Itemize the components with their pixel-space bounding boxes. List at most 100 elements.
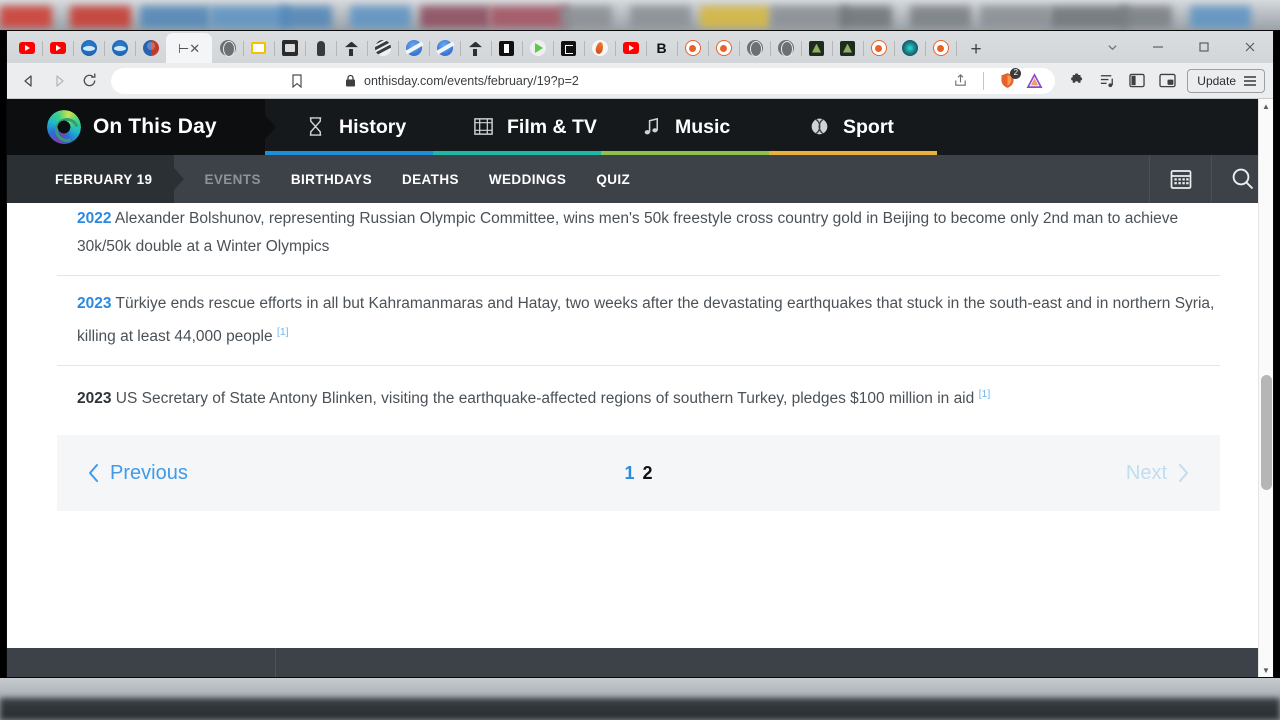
blue-globe-icon [111, 40, 128, 56]
scroll-up-arrow-icon[interactable]: ▲ [1259, 99, 1273, 114]
browser-tab[interactable] [584, 33, 616, 63]
playlist-icon[interactable] [1093, 67, 1121, 95]
e-badge-icon [561, 40, 576, 56]
browser-tab[interactable] [553, 33, 585, 63]
desktop-window-chip [140, 6, 210, 28]
browser-tab[interactable] [398, 33, 430, 63]
browser-tab[interactable] [367, 33, 399, 63]
calendar-icon[interactable] [1149, 155, 1211, 203]
event-row: 2023 US Secretary of State Antony Blinke… [57, 366, 1220, 421]
blue-circle-icon [436, 40, 453, 56]
close-button[interactable] [1227, 31, 1273, 63]
browser-tab[interactable] [770, 33, 802, 63]
desktop-window-chip [1120, 6, 1172, 28]
scrollbar-thumb[interactable] [1261, 375, 1272, 490]
update-button[interactable]: Update [1187, 68, 1265, 93]
desktop-window-chip [1190, 6, 1251, 28]
browser-tab[interactable] [305, 33, 337, 63]
citation-link[interactable]: [1] [277, 326, 289, 338]
maximize-button[interactable] [1181, 31, 1227, 63]
desktop-window-chip [280, 6, 332, 28]
browser-tab[interactable] [739, 33, 771, 63]
event-year-link[interactable]: 2022 [77, 210, 111, 227]
extensions-puzzle-icon[interactable] [1063, 67, 1091, 95]
browser-tab[interactable] [615, 33, 647, 63]
event-row: 2023 Türkiye ends rescue efforts in all … [57, 276, 1220, 367]
browser-tab[interactable] [863, 33, 895, 63]
browser-tab[interactable] [522, 33, 554, 63]
subnav-actions [1149, 155, 1273, 203]
event-year-link[interactable]: 2023 [77, 295, 111, 312]
previous-page-link[interactable]: Previous [57, 462, 188, 485]
new-tab-button[interactable]: + [962, 35, 990, 63]
event-year-link[interactable]: 2023 [77, 390, 111, 407]
browser-tab[interactable] [894, 33, 926, 63]
browser-tab[interactable] [336, 33, 368, 63]
browser-window: ⊢✕ B + onthisday.com/events/february/19?… [6, 30, 1274, 678]
pagination-bar: Previous 12 Next [57, 435, 1220, 512]
browser-tab[interactable] [801, 33, 833, 63]
browser-tab[interactable] [832, 33, 864, 63]
back-arrow-icon[interactable] [15, 67, 43, 95]
url-text: onthisday.com/events/february/19?p=2 [364, 73, 579, 88]
brave-rewards-triangle-icon[interactable] [1026, 72, 1043, 89]
site-footer-bar [7, 648, 1273, 677]
picture-in-picture-icon[interactable] [1153, 67, 1181, 95]
page-scrollbar[interactable]: ▲ ▼ [1258, 99, 1273, 677]
scroll-down-arrow-icon[interactable]: ▼ [1259, 663, 1273, 677]
browser-tab[interactable] [708, 33, 740, 63]
page-number-link[interactable]: 1 [624, 463, 634, 484]
reload-icon[interactable] [75, 67, 103, 95]
browser-tab[interactable]: ⊢✕ [166, 33, 212, 63]
topnav-item-history[interactable]: History [265, 99, 433, 155]
address-bar[interactable]: onthisday.com/events/february/19?p=2 2 [111, 67, 1056, 94]
topnav-item-music[interactable]: Music [601, 99, 769, 155]
reddit-icon [932, 40, 949, 56]
share-icon[interactable] [953, 73, 968, 88]
browser-tab[interactable]: B [646, 33, 678, 63]
close-tab-icon: ⊢✕ [177, 40, 201, 56]
browser-tab[interactable] [491, 33, 523, 63]
forward-arrow-icon [45, 67, 73, 95]
minimize-button[interactable] [1135, 31, 1181, 63]
tree-icon [344, 41, 359, 56]
subnav-item-deaths[interactable]: DEATHS [402, 172, 459, 187]
desktop-window-chip [210, 6, 289, 28]
brave-shield-icon[interactable]: 2 [999, 68, 1022, 89]
browser-tab[interactable] [274, 33, 306, 63]
citation-link[interactable]: [1] [979, 388, 991, 400]
subnav-item-birthdays[interactable]: BIRTHDAYS [291, 172, 372, 187]
browser-tab[interactable] [429, 33, 461, 63]
subnav-item-events[interactable]: EVENTS [204, 172, 260, 187]
browser-tab[interactable] [11, 33, 43, 63]
current-date-chip[interactable]: FEBRUARY 19 [7, 155, 175, 203]
event-text: Türkiye ends rescue efforts in all but K… [77, 295, 1215, 346]
lock-icon[interactable] [345, 74, 356, 87]
sidebar-panel-icon[interactable] [1123, 67, 1151, 95]
desktop-window-chip [910, 6, 971, 28]
browser-tab[interactable] [135, 33, 167, 63]
tab-search-button[interactable] [1089, 31, 1135, 63]
brand-title: On This Day [93, 115, 217, 138]
hamburger-menu-icon[interactable] [1243, 75, 1257, 87]
desktop-window-chip [770, 6, 849, 28]
topnav-item-film-tv[interactable]: Film & TV [433, 99, 601, 155]
browser-tab[interactable] [104, 33, 136, 63]
bookmark-icon[interactable] [291, 73, 303, 88]
tree-icon [468, 41, 483, 56]
site-brand-home-link[interactable]: On This Day [7, 99, 265, 155]
subnav-item-weddings[interactable]: WEDDINGS [489, 172, 566, 187]
flame-icon [591, 40, 608, 56]
topnav-item-sport[interactable]: Sport [769, 99, 937, 155]
browser-tab[interactable] [42, 33, 74, 63]
subnav-item-quiz[interactable]: QUIZ [596, 172, 630, 187]
browser-tab[interactable] [677, 33, 709, 63]
browser-tab[interactable] [212, 33, 244, 63]
browser-tab[interactable] [73, 33, 105, 63]
toolbar-divider [983, 71, 985, 90]
next-label: Next [1125, 461, 1167, 484]
browser-tab[interactable] [460, 33, 492, 63]
chevron-right-icon [1177, 463, 1190, 483]
browser-tab[interactable] [925, 33, 957, 63]
browser-tab[interactable] [243, 33, 275, 63]
